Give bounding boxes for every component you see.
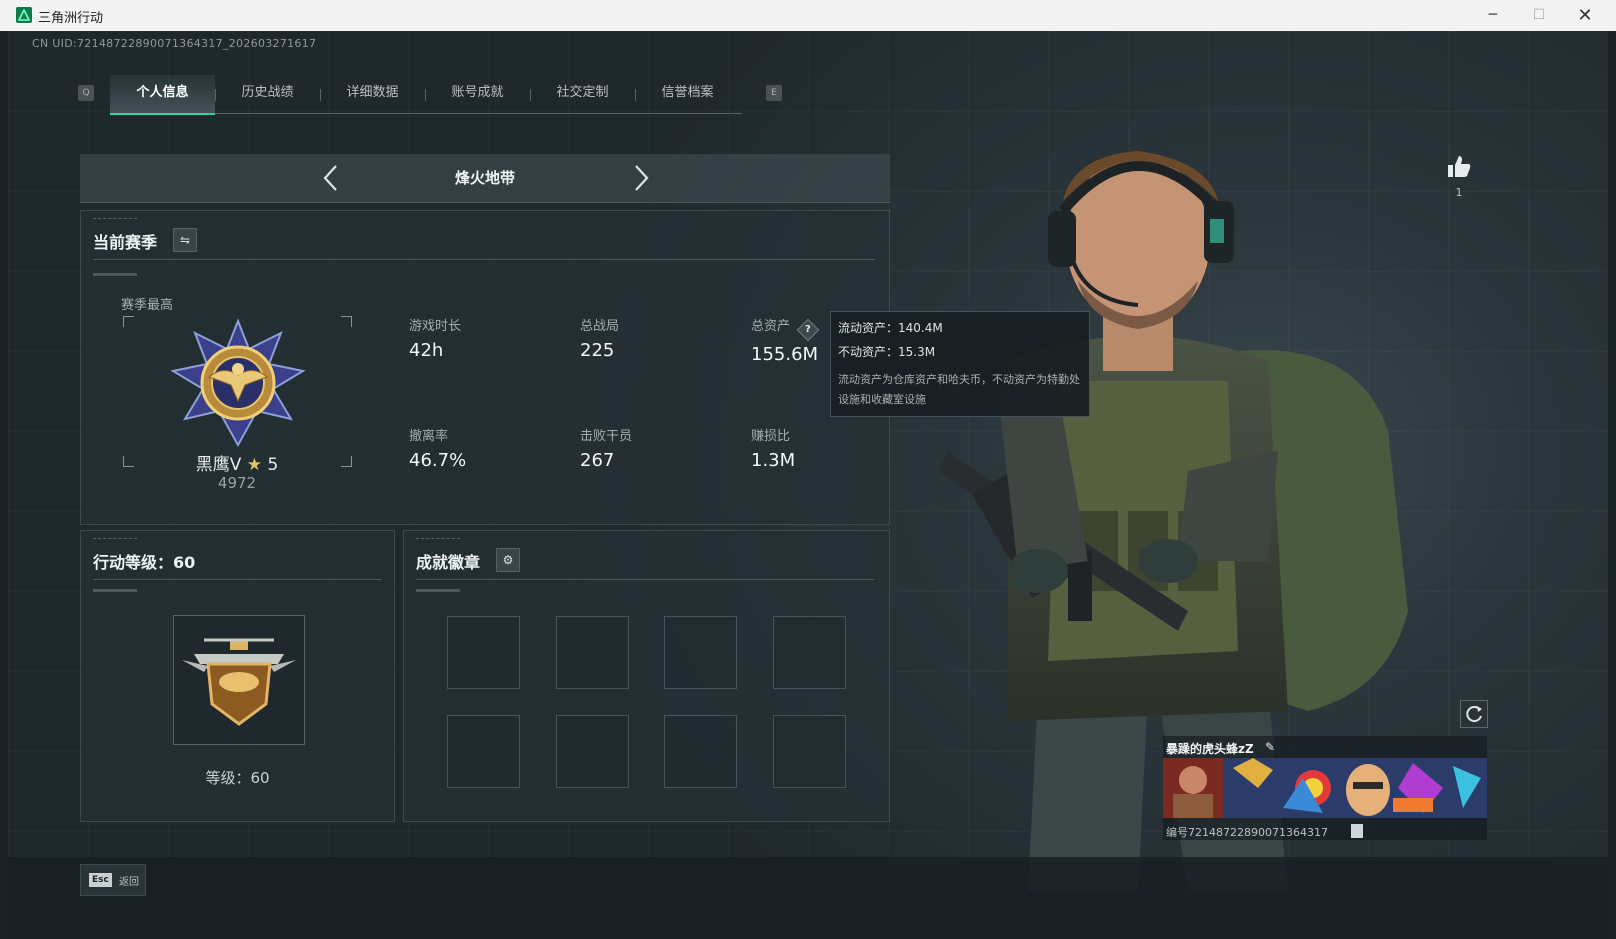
close-button[interactable]: ✕ <box>1562 0 1608 31</box>
level-text: 等级：60 <box>205 769 270 787</box>
mode-selector: 烽火地带 <box>80 154 890 203</box>
copy-icon[interactable] <box>1351 824 1363 838</box>
rank-badge-eagle-icon <box>169 318 307 448</box>
game-canvas: CN UID:7214872289007136431​7_20260327161… <box>8 31 1608 939</box>
rank-title: 黑鹰V <box>195 455 242 475</box>
mode-name: 烽火地带 <box>454 169 515 187</box>
edit-pencil-icon[interactable]: ✎ <box>1265 740 1275 754</box>
stat-value: 225 <box>580 340 615 361</box>
stat-playtime: 游戏时长 42h <box>409 315 569 361</box>
back-label: 返回 <box>119 877 139 888</box>
stat-label: 总战局 <box>580 319 620 334</box>
tab-detailed-data[interactable]: 详细数据 <box>320 75 425 113</box>
tab-reputation[interactable]: 信誉档案 <box>635 75 740 113</box>
current-season-panel: 当前赛季 ⇋ 赛季最高 黑鹰V ★ 5 4972 游戏时长 42h 总战局 22… <box>80 210 890 525</box>
badge-slot[interactable] <box>773 715 846 788</box>
stat-label: 击败干员 <box>580 429 633 444</box>
stat-value: 46.7% <box>409 450 467 471</box>
stat-label: 撤离率 <box>409 429 449 444</box>
player-id-card: 暴躁的虎头蜂zZ ✎ 编号7214872289007136431​7 <box>1163 736 1487 840</box>
stat-matches: 总战局 225 <box>580 315 740 361</box>
star-icon: ★ <box>246 455 263 475</box>
uid-text: CN UID:7214872289007136431​7_20260327161… <box>32 37 317 50</box>
tab-achievements[interactable]: 账号成就 <box>425 75 530 113</box>
bottom-bar: Esc 返回 <box>8 857 1608 939</box>
maximize-button[interactable]: ☐ <box>1516 0 1562 31</box>
stat-profit-ratio: 赚损比 1.3M <box>751 425 911 471</box>
stat-label: 游戏时长 <box>409 319 462 334</box>
assets-tooltip: 流动资产：140.4M 不动资产：15.3M 流动资产为仓库资产和哈夫币，不动资… <box>830 311 1090 417</box>
badge-slot[interactable] <box>447 616 520 689</box>
like-button[interactable]: 1 <box>1444 154 1474 199</box>
achievement-badges-panel: 成就徽章 ⚙ <box>403 530 890 822</box>
tooltip-fixed-assets: 不动资产：15.3M <box>838 345 936 359</box>
thumbs-up-icon <box>1448 156 1471 177</box>
tab-history[interactable]: 历史战绩 <box>215 75 320 113</box>
stat-value: 267 <box>580 450 615 471</box>
refresh-icon[interactable] <box>1460 700 1488 728</box>
season-best-label: 赛季最高 <box>121 298 174 313</box>
season-title: 当前赛季 <box>93 233 158 252</box>
operation-level-panel: 行动等级：60 等级：60 <box>80 530 395 822</box>
stat-value: 1.3M <box>751 450 796 471</box>
player-nickname: 暴躁的虎头蜂zZ <box>1166 742 1254 756</box>
window-titlebar: 三角洲行动 ─ ☐ ✕ <box>0 0 1616 31</box>
stat-label: 总资产 <box>751 319 791 334</box>
prev-tab-key-hint[interactable]: Q <box>78 85 94 101</box>
player-id-number: 编号7214872289007136431​7 <box>1166 826 1328 839</box>
badge-slot[interactable] <box>556 715 629 788</box>
tooltip-liquid-assets: 流动资产：140.4M <box>838 321 943 335</box>
badge-slot[interactable] <box>664 616 737 689</box>
stat-value: 42h <box>409 340 444 361</box>
back-button[interactable]: Esc 返回 <box>80 864 146 896</box>
help-icon[interactable]: ? <box>796 318 820 342</box>
tab-social[interactable]: 社交定制 <box>530 75 635 113</box>
rank-level: 5 <box>267 455 279 475</box>
stat-kills: 击败干员 267 <box>580 425 740 471</box>
rank-name: 黑鹰V ★ 5 <box>137 450 337 475</box>
badge-slot[interactable] <box>556 616 629 689</box>
tooltip-note: 流动资产为仓库资产和哈夫币，不动资产为特勤处设施和收藏室设施 <box>838 373 1080 406</box>
badge-slot[interactable] <box>773 616 846 689</box>
badge-slot[interactable] <box>447 715 520 788</box>
profile-banner-image <box>1163 758 1487 818</box>
stat-label: 赚损比 <box>751 429 791 444</box>
gear-icon[interactable]: ⚙ <box>496 548 520 572</box>
app-logo-icon <box>16 7 32 23</box>
stat-extract-rate: 撤离率 46.7% <box>409 425 569 471</box>
achievements-title: 成就徽章 <box>416 553 481 572</box>
next-mode-arrow-icon[interactable] <box>626 163 656 193</box>
swap-icon[interactable]: ⇋ <box>173 228 197 252</box>
like-count: 1 <box>1455 186 1463 199</box>
window-title: 三角洲行动 <box>38 11 104 26</box>
tab-personal-info[interactable]: 个人信息 <box>110 75 215 115</box>
level-helicopter-emblem-icon <box>173 615 305 745</box>
level-title: 行动等级：60 <box>93 553 196 572</box>
esc-key-icon: Esc <box>89 873 112 887</box>
next-tab-key-hint[interactable]: E <box>766 85 782 101</box>
badge-slot[interactable] <box>664 715 737 788</box>
minimize-button[interactable]: ─ <box>1470 0 1516 31</box>
rank-score: 4972 <box>217 474 257 492</box>
